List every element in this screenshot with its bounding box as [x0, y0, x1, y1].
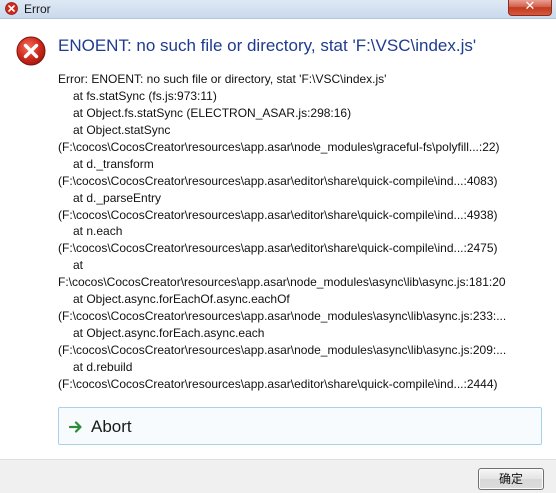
stack-trace-line: at: [73, 258, 84, 273]
stack-trace-line: at Object.async.forEach.async.each: [73, 326, 265, 341]
stack-trace-line: Error: ENOENT: no such file or directory…: [58, 72, 387, 86]
error-details: Error: ENOENT: no such file or directory…: [58, 71, 548, 393]
stack-trace-line: (F:\cocos\CocosCreator\resources\app.asa…: [58, 376, 498, 391]
ok-button[interactable]: 确定: [478, 468, 544, 490]
stack-trace-line: (F:\cocos\CocosCreator\resources\app.asa…: [58, 241, 498, 256]
error-headline: ENOENT: no such file or directory, stat …: [58, 36, 477, 55]
error-icon: [5, 2, 18, 15]
stack-trace-line: at Object.async.forEachOf.async.eachOf: [73, 292, 290, 307]
stack-trace-line: (F:\cocos\CocosCreator\resources\app.asa…: [58, 309, 507, 324]
stack-trace-line: (F:\cocos\CocosCreator\resources\app.asa…: [58, 173, 498, 188]
stack-trace-line: F:\cocos\CocosCreator\resources\app.asar…: [58, 275, 506, 290]
stack-trace-line: at Object.statSync: [73, 122, 171, 137]
stack-trace-line: (F:\cocos\CocosCreator\resources\app.asa…: [58, 207, 498, 222]
stack-trace-line: (F:\cocos\CocosCreator\resources\app.asa…: [58, 139, 500, 154]
error-icon: [16, 36, 46, 66]
stack-trace-line: at d._parseEntry: [73, 190, 162, 205]
dialog-footer: 确定: [0, 459, 556, 493]
close-icon: ✕: [524, 0, 536, 14]
stack-trace-line: at n.each: [73, 224, 123, 239]
arrow-right-icon: [69, 421, 82, 433]
stack-trace-line: (F:\cocos\CocosCreator\resources\app.asa…: [58, 343, 507, 357]
stack-trace-line: at d._transform: [73, 156, 154, 171]
dialog-content: ENOENT: no such file or directory, stat …: [0, 19, 556, 459]
error-dialog-window: Error ✕ ENOENT: no such file or director…: [0, 0, 556, 493]
stack-trace-line: at Object.fs.statSync (ELECTRON_ASAR.js:…: [73, 105, 352, 120]
abort-label: Abort: [91, 417, 132, 436]
window-title: Error: [24, 2, 51, 16]
title-bar[interactable]: Error ✕: [0, 0, 556, 19]
abort-button[interactable]: Abort: [58, 407, 542, 445]
stack-trace-line: at d.rebuild: [73, 359, 133, 374]
stack-trace-line: at fs.statSync (fs.js:973:11): [73, 88, 217, 103]
close-button[interactable]: ✕: [508, 0, 552, 16]
